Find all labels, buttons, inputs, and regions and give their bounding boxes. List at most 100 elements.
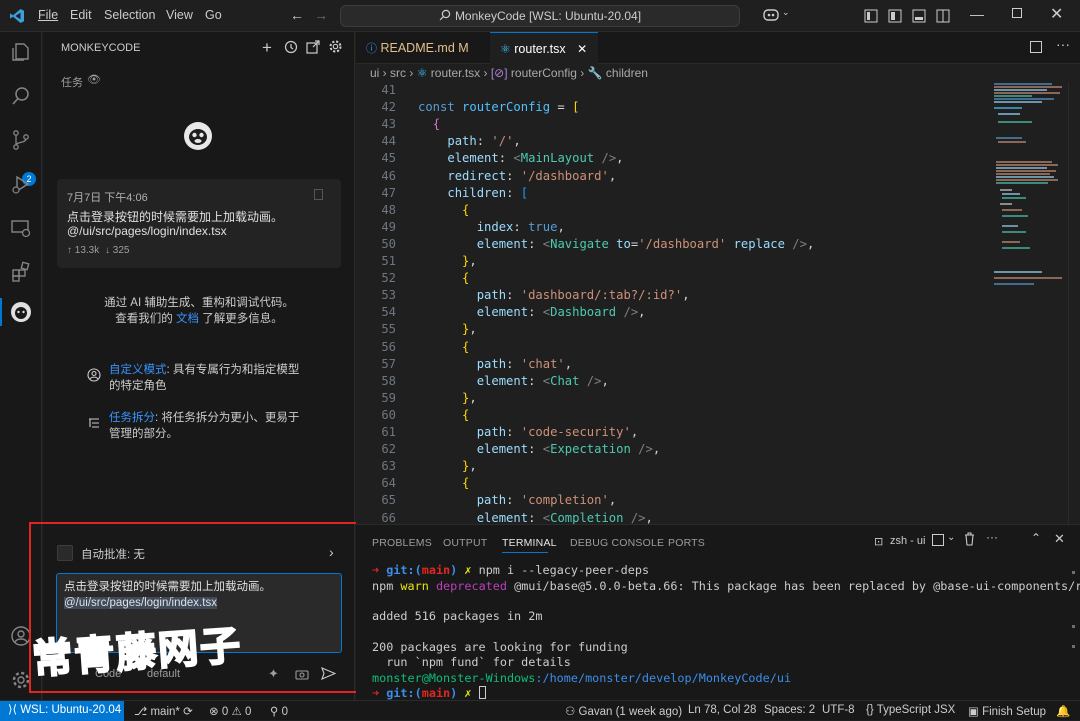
indentation[interactable]: Spaces: 2 <box>764 704 815 716</box>
tab-debug-console[interactable]: DEBUG CONSOLE <box>570 537 664 549</box>
code-view[interactable]: 41 42 const routerConfig = [43 {44 path: '… <box>356 82 986 524</box>
editor-area: ⓘ README.md M ⚛ router.tsx ✕ ··· ui › sr… <box>356 32 1080 524</box>
tab-output[interactable]: OUTPUT <box>443 537 487 549</box>
command-center-label: MonkeyCode [WSL: Ubuntu-20.04] <box>454 9 642 23</box>
breadcrumb-item[interactable]: ui <box>370 66 379 80</box>
terminal-line: run `npm fund` for details <box>372 655 571 669</box>
split-editor-icon[interactable] <box>1030 41 1042 53</box>
code-line: 54 element: <Dashboard />, <box>356 304 986 321</box>
menu-selection[interactable]: Selection <box>104 8 155 22</box>
trash-icon[interactable] <box>963 532 976 549</box>
error-icon: ⊗ <box>209 706 219 718</box>
breadcrumb-item[interactable]: children <box>606 66 648 80</box>
history-icon[interactable] <box>284 40 298 57</box>
settings-gear-icon[interactable] <box>328 39 343 57</box>
command-center[interactable]: MonkeyCode [WSL: Ubuntu-20.04] <box>340 5 740 27</box>
menu-view[interactable]: View <box>166 8 193 22</box>
new-task-icon[interactable]: + <box>262 38 272 58</box>
copy-icon[interactable] <box>314 189 323 200</box>
code-line: 61 path: 'code-security', <box>356 424 986 441</box>
more-actions-icon[interactable]: ··· <box>1056 36 1070 52</box>
line-content: path: 'completion', <box>476 493 617 508</box>
code-line: 56 { <box>356 339 986 356</box>
terminal-line: 200 packages are looking for funding <box>372 640 628 654</box>
menu-go[interactable]: Go <box>205 8 222 22</box>
tab-router[interactable]: ⚛ router.tsx ✕ <box>490 32 598 64</box>
minimize-icon[interactable]: — <box>970 6 984 22</box>
close-panel-icon[interactable]: ✕ <box>1054 531 1065 547</box>
remote-explorer-icon[interactable] <box>9 216 33 240</box>
line-number: 48 <box>381 202 396 217</box>
menu-edit[interactable]: Edit <box>70 8 92 22</box>
extensions-icon[interactable] <box>9 260 33 284</box>
line-content: redirect: '/dashboard', <box>447 168 617 183</box>
cursor-position[interactable]: Ln 78, Col 28 <box>688 704 756 716</box>
line-number: 64 <box>381 476 396 491</box>
encoding[interactable]: UTF-8 <box>822 704 855 716</box>
tab-readme[interactable]: ⓘ README.md M <box>356 32 490 64</box>
open-external-icon[interactable] <box>306 40 320 57</box>
docs-link[interactable]: 文档 <box>176 313 199 325</box>
feature1-title[interactable]: 自定义模式 <box>109 364 167 376</box>
code-line: 53 path: 'dashboard/:tab?/:id?', <box>356 287 986 304</box>
terminal-line: monster@Monster-Windows:/home/monster/de… <box>372 671 792 685</box>
terminal-output[interactable]: ➜ git:(main) ✗ npm i --legacy-peer-deps … <box>356 561 1080 701</box>
breadcrumb-item[interactable]: src <box>390 66 406 80</box>
line-number: 62 <box>381 442 396 457</box>
line-number: 56 <box>381 339 396 354</box>
intro-line2: 查看我们的 文档 了解更多信息。 <box>115 313 283 325</box>
line-content: { <box>462 407 470 422</box>
person-icon: ⚇ <box>565 706 576 718</box>
source-control-icon[interactable] <box>9 128 33 152</box>
task-card[interactable]: 7月7日 下午4:06 点击登录按钮的时候需要加上加载动画。 @/ui/src/… <box>57 179 341 268</box>
line-content: { <box>462 202 470 217</box>
line-number: 61 <box>381 425 396 439</box>
monkeycode-icon[interactable] <box>9 300 33 324</box>
terminal-dropdown-icon[interactable]: ⌄ <box>947 532 955 543</box>
close-window-icon[interactable]: ✕ <box>1050 4 1063 24</box>
git-blame[interactable]: ⚇ Gavan (1 week ago) <box>565 704 682 718</box>
feature2-title[interactable]: 任务拆分 <box>109 412 155 424</box>
maximize-icon[interactable] <box>1012 8 1022 18</box>
line-content: index: true, <box>476 219 565 234</box>
scrollbar-vertical[interactable] <box>1068 82 1080 524</box>
problems-status[interactable]: ⊗ 0 ⚠ 0 <box>209 704 251 718</box>
forward-arrow-icon[interactable]: → <box>314 7 328 23</box>
ports-status[interactable]: ⚲ 0 <box>270 704 288 718</box>
branch-status[interactable]: ⎇ main* ⟳ <box>134 704 193 718</box>
terminal-line: npm warn deprecated @mui/base@5.0.0-beta… <box>372 579 1080 593</box>
terminal-shell-label[interactable]: zsh - ui <box>890 535 925 547</box>
minimap[interactable] <box>992 82 1068 302</box>
remote-indicator[interactable]: ⟩⟨ WSL: Ubuntu-20.04 <box>0 701 124 721</box>
vscode-logo-icon <box>9 8 25 27</box>
notifications-icon[interactable]: 🔔 <box>1056 704 1070 718</box>
sync-icon: ⟳ <box>183 706 193 718</box>
tab-problems[interactable]: PROBLEMS <box>372 537 432 549</box>
maximize-panel-icon[interactable]: ⌃ <box>1031 531 1041 545</box>
terminal-scroll-markers <box>1072 565 1075 685</box>
line-number: 42 <box>381 100 396 115</box>
language-mode[interactable]: {} TypeScript JSX <box>866 704 955 716</box>
line-content: { <box>432 117 441 132</box>
back-arrow-icon[interactable]: ← <box>290 7 304 23</box>
finish-setup[interactable]: ▣ Finish Setup <box>968 704 1046 718</box>
run-debug-icon[interactable] <box>9 172 33 196</box>
eye-icon[interactable]: 👁 <box>87 73 101 86</box>
breadcrumb-item[interactable]: router.tsx <box>431 66 480 80</box>
tab-ports[interactable]: PORTS <box>668 537 705 549</box>
terminal-icon: ⊡ <box>874 536 884 548</box>
copilot-icon[interactable]: ⌄ <box>762 7 790 25</box>
bottom-panel: PROBLEMS OUTPUT TERMINAL DEBUG CONSOLE P… <box>356 524 1080 700</box>
explorer-icon[interactable] <box>9 40 33 64</box>
search-view-icon[interactable] <box>9 84 33 108</box>
menu-file[interactable]: File <box>38 8 58 22</box>
panel-more-icon[interactable]: ··· <box>986 530 998 544</box>
line-content: const routerConfig = [ <box>418 100 580 115</box>
tab-terminal[interactable]: TERMINAL <box>502 537 557 549</box>
line-content: }, <box>462 254 477 268</box>
breadcrumb-item[interactable]: routerConfig <box>511 66 577 80</box>
close-tab-icon[interactable]: ✕ <box>577 42 587 56</box>
code-line: 65 path: 'completion', <box>356 492 986 509</box>
line-number: 45 <box>381 151 396 166</box>
split-terminal-icon[interactable] <box>932 534 944 546</box>
